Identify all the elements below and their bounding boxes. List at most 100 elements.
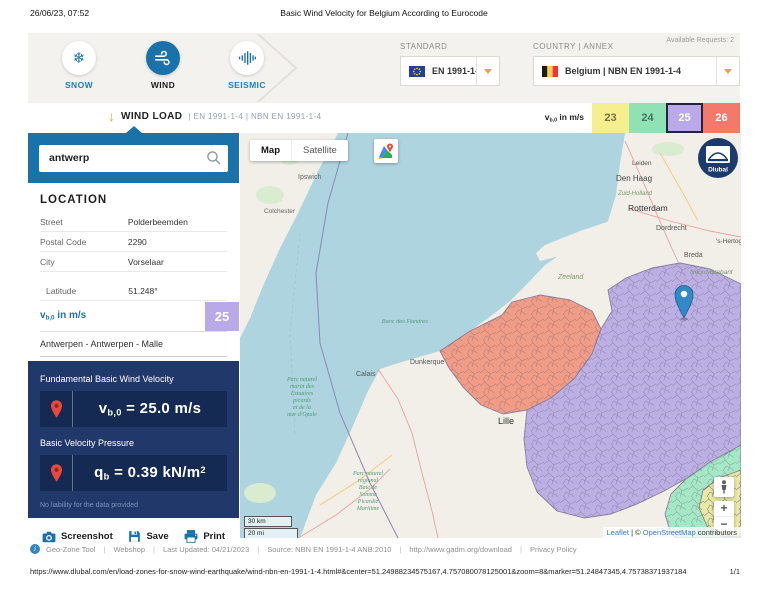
pegman-button[interactable] [714,477,734,497]
standard-group: STANDARD EN 1991-1-4 [400,42,500,86]
location-row-latitude: Latitude 51.248° [40,281,227,301]
search-header [28,133,239,183]
footer-app-name: Geo-Zone Tool [46,545,95,554]
map-view-button[interactable]: Map [250,140,291,161]
country-value: Belgium | NBN EN 1991-1-4 [565,66,716,76]
wind-circle [146,41,180,75]
map-type-toggle: Map Satellite [250,140,348,161]
info-icon: i [30,544,40,554]
vb0-row: vb,0 in m/s 25 [40,301,227,331]
vb0-label: vb,0 in m/s [40,310,86,322]
map-label: Calais [356,371,376,378]
screenshot-button[interactable]: Screenshot [42,531,113,543]
google-maps-button[interactable] [374,139,398,163]
map-label: Dunkerque [410,359,444,366]
save-button[interactable]: Save [128,530,168,543]
dlubal-logo: Dlubal [698,138,738,178]
velocity-value: vb,0 = 25.0 m/s [73,400,227,417]
map-label: Lille [498,416,514,426]
hazard-tabs: ❄ SNOW WIND [50,41,276,90]
privacy-policy-link[interactable]: Privacy Policy [530,545,577,554]
printer-icon [184,530,198,543]
pressure-result-box: qb = 0.39 kN/m2 [40,455,227,491]
location-row-postal: Postal Code 2290 [40,232,227,252]
webshop-link[interactable]: Webshop [113,545,145,554]
chevron-down-icon [484,69,492,74]
snow-circle: ❄ [62,41,96,75]
belgium-flag-icon [542,66,558,77]
wind-icon [154,49,172,67]
standard-select[interactable]: EN 1991-1-4 [400,56,500,86]
search-input[interactable] [39,145,228,172]
zoom-in-button[interactable]: + [714,501,734,516]
map-pin-icon [40,455,73,491]
scale-mi: 20 mi [244,528,298,538]
satellite-view-button[interactable]: Satellite [291,140,348,161]
country-select[interactable]: Belgium | NBN EN 1991-1-4 [533,56,740,86]
download-arrow-icon: ↓ [108,109,115,123]
print-button[interactable]: Print [184,530,225,543]
map-base: IpswichColchesterLeidenDen HaagZuid-Holl… [240,133,741,538]
gadm-link[interactable]: http://www.gadm.org/download [409,545,512,554]
legend-label: vb,0 in m/s [545,112,584,123]
windload-title: WIND LOAD [121,111,182,122]
source-text: Source: NBN EN 1991-1-4 ANB:2010 [267,545,391,554]
results-panel: LOCATION Street Polderbeemden Postal Cod… [28,126,239,543]
leaflet-link[interactable]: Leaflet [607,528,630,537]
pressure-value: qb = 0.39 kN/m2 [73,464,227,481]
map-label: Dordrecht [656,225,687,232]
disclaimer-text: No liability for the data provided [40,502,227,509]
page: 26/06/23, 07:52 Basic Wind Velocity for … [0,0,768,594]
print-page-number: 1/1 [730,567,740,576]
chevron-divider [256,34,300,102]
snowflake-icon: ❄ [73,51,86,66]
tab-wind[interactable]: WIND [134,41,192,90]
legend-cell-23[interactable]: 23 [592,103,629,133]
standard-caret-cell [476,57,499,85]
search-icon[interactable] [206,150,222,166]
map-label: 's-Hertogenbosch [716,238,741,245]
legend-cell-25[interactable]: 25 [666,103,703,133]
map-label: Noord-Brabant [690,269,734,276]
chevron-down-icon [724,69,732,74]
tab-wind-label: WIND [151,80,175,90]
actionbar: Screenshot Save [40,518,227,543]
camera-icon [42,531,56,543]
windload-codes: | EN 1991-1-4 | NBN EN 1991-1-4 [188,112,321,121]
save-icon [128,530,141,543]
standard-value: EN 1991-1-4 [432,66,476,76]
location-row-street: Street Polderbeemden [40,212,227,232]
map-canvas[interactable]: IpswichColchesterLeidenDen HaagZuid-Holl… [240,133,741,538]
tab-snow[interactable]: ❄ SNOW [50,41,108,90]
osm-link[interactable]: OpenStreetMap [643,528,696,537]
vb0-zone-badge: 25 [205,302,239,331]
seismic-icon [238,50,256,66]
pegman-icon [719,480,729,494]
last-updated: Last Updated: 04/21/2023 [163,545,249,554]
map-label: Leiden [632,160,652,167]
legend-cell-24[interactable]: 24 [629,103,666,133]
region-breadcrumb: Antwerpen - Antwerpen - Malle [40,331,227,357]
scale-km: 30 km [244,516,292,527]
page-title: Basic Wind Velocity for Belgium Accordin… [0,8,768,18]
map-pin-icon [40,391,73,427]
map-label: Ipswich [298,174,321,181]
location-row-city: City Vorselaar [40,252,227,272]
print-url: https://www.dlubal.com/en/load-zones-for… [30,567,687,576]
map-label: Den Haag [616,174,652,183]
map-label: Banc des Flandres [382,319,428,325]
legend-cell-26[interactable]: 26 [703,103,740,133]
map-attribution: Leaflet | © OpenStreetMap contributors [603,527,742,538]
country-group: COUNTRY | ANNEX Belgium | NBN EN 1991-1-… [533,42,740,86]
standard-label: STANDARD [400,42,500,51]
location-section: LOCATION Street Polderbeemden Postal Cod… [28,194,239,543]
scale-bar: 30 km 20 mi [244,516,298,538]
velocity-result-box: vb,0 = 25.0 m/s [40,391,227,427]
map-label: Rotterdam [628,203,668,213]
wind-zone-legend: vb,0 in m/s 23 24 25 26 [545,103,740,133]
velocity-label: Fundamental Basic Wind Velocity [40,374,227,384]
map-label: Zeeland [557,274,584,281]
pressure-label: Basic Velocity Pressure [40,438,227,448]
footer-info: i Geo-Zone Tool| Webshop| Last Updated: … [30,544,577,554]
location-heading: LOCATION [40,194,227,206]
